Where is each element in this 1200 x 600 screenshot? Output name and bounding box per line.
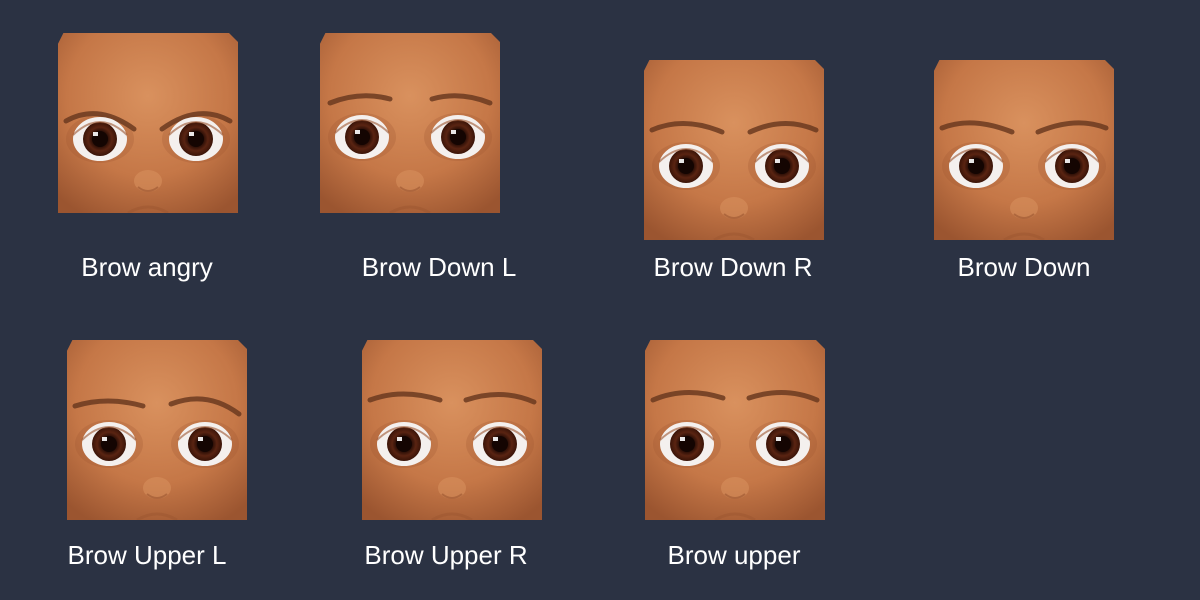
- right-eye: [430, 115, 486, 159]
- face-illustration: [644, 60, 824, 240]
- left-eye: [659, 422, 715, 466]
- face-illustration: [645, 340, 825, 520]
- left-eye: [948, 144, 1004, 188]
- right-eye: [1044, 144, 1100, 188]
- face-illustration: [58, 33, 238, 213]
- label-brow-upper: Brow upper: [667, 540, 801, 570]
- label-brow-upper-r: Brow Upper R: [364, 540, 528, 570]
- left-eye: [72, 117, 128, 161]
- left-eye: [376, 422, 432, 466]
- face-illustration: [67, 340, 247, 520]
- left-eye: [658, 144, 714, 188]
- label-brow-down-r: Brow Down R: [653, 252, 813, 282]
- label-brow-down-l: Brow Down L: [361, 252, 517, 282]
- left-eye: [81, 422, 137, 466]
- left-eye: [334, 115, 390, 159]
- right-eye: [755, 422, 811, 466]
- label-brow-down: Brow Down: [957, 252, 1091, 282]
- right-eye: [472, 422, 528, 466]
- label-brow-upper-l: Brow Upper L: [67, 540, 227, 570]
- face-illustration: [320, 33, 500, 213]
- face-brow-upper: [645, 340, 825, 520]
- face-illustration: [362, 340, 542, 520]
- face-brow-down: [934, 60, 1114, 240]
- label-brow-angry: Brow angry: [81, 252, 213, 282]
- face-brow-angry: [58, 33, 238, 213]
- face-brow-upper-r: [362, 340, 542, 520]
- face-illustration: [934, 60, 1114, 240]
- face-brow-down-r: [644, 60, 824, 240]
- face-brow-upper-l: [67, 340, 247, 520]
- right-eye: [168, 117, 224, 161]
- right-eye: [754, 144, 810, 188]
- right-eye: [177, 422, 233, 466]
- face-brow-down-l: [320, 33, 500, 213]
